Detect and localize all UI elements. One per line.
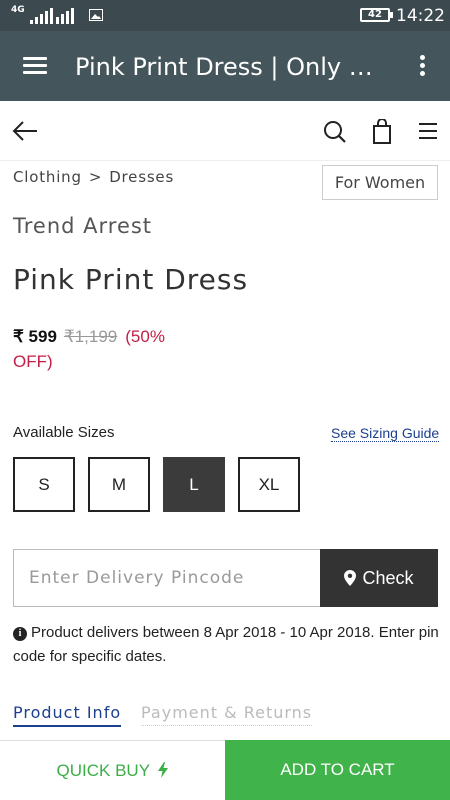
delivery-note: i Product delivers between 8 Apr 2018 - 1… xyxy=(13,621,441,669)
signal-strength-icon xyxy=(30,8,74,24)
size-button-m[interactable]: M xyxy=(88,457,150,512)
app-bar-title: Pink Print Dress | Only on… xyxy=(75,53,385,81)
product-brand[interactable]: Trend Arrest xyxy=(13,214,152,238)
battery-icon: 42 xyxy=(360,8,393,22)
menu-icon[interactable] xyxy=(417,122,439,140)
product-title: Pink Print Dress xyxy=(13,263,249,296)
check-pincode-button[interactable]: Check xyxy=(320,549,438,607)
bottom-action-bar: QUICK BUY ADD TO CART xyxy=(0,740,450,800)
arrow-left-icon[interactable] xyxy=(12,120,38,142)
lightning-icon xyxy=(158,762,169,778)
network-type: 4G xyxy=(11,5,25,15)
size-button-xl[interactable]: XL xyxy=(238,457,300,512)
original-price: ₹1,199 xyxy=(63,327,118,346)
hamburger-menu-icon[interactable] xyxy=(23,57,47,75)
price-row: ₹ 599 ₹1,199 (50% OFF) xyxy=(13,324,203,374)
info-icon: i xyxy=(13,627,27,641)
add-to-cart-button[interactable]: ADD TO CART xyxy=(225,740,450,800)
status-bar: 4G 42 14:22 xyxy=(0,0,450,31)
sizes-label: Available Sizes xyxy=(13,424,115,441)
quick-buy-button[interactable]: QUICK BUY xyxy=(0,740,225,800)
breadcrumb-clothing[interactable]: Clothing xyxy=(13,168,82,186)
selling-price: ₹ 599 xyxy=(13,327,57,346)
sizing-guide-link[interactable]: See Sizing Guide xyxy=(331,425,440,442)
more-vertical-icon[interactable] xyxy=(416,55,428,79)
tab-payment-returns[interactable]: Payment & Returns xyxy=(141,703,313,726)
delivery-note-text: Product delivers between 8 Apr 2018 - 10… xyxy=(13,624,439,665)
breadcrumb-dresses[interactable]: Dresses xyxy=(109,168,174,186)
gallery-icon xyxy=(89,9,103,21)
shopping-bag-icon[interactable] xyxy=(372,119,392,145)
breadcrumb-separator: > xyxy=(88,168,103,186)
quick-buy-label: QUICK BUY xyxy=(56,761,150,780)
tab-product-info[interactable]: Product Info xyxy=(13,703,122,727)
app-bar: Pink Print Dress | Only on… xyxy=(0,31,450,101)
pincode-input[interactable]: Enter Delivery Pincode xyxy=(13,549,320,607)
check-button-label: Check xyxy=(362,568,414,588)
size-button-s[interactable]: S xyxy=(13,457,75,512)
size-button-l[interactable]: L xyxy=(163,457,225,512)
clock: 14:22 xyxy=(396,6,445,26)
search-icon[interactable] xyxy=(323,120,347,144)
product-toolbar xyxy=(0,101,450,161)
category-tag[interactable]: For Women xyxy=(322,165,438,200)
map-pin-icon xyxy=(344,570,357,586)
breadcrumb: Clothing > Dresses xyxy=(13,168,174,186)
